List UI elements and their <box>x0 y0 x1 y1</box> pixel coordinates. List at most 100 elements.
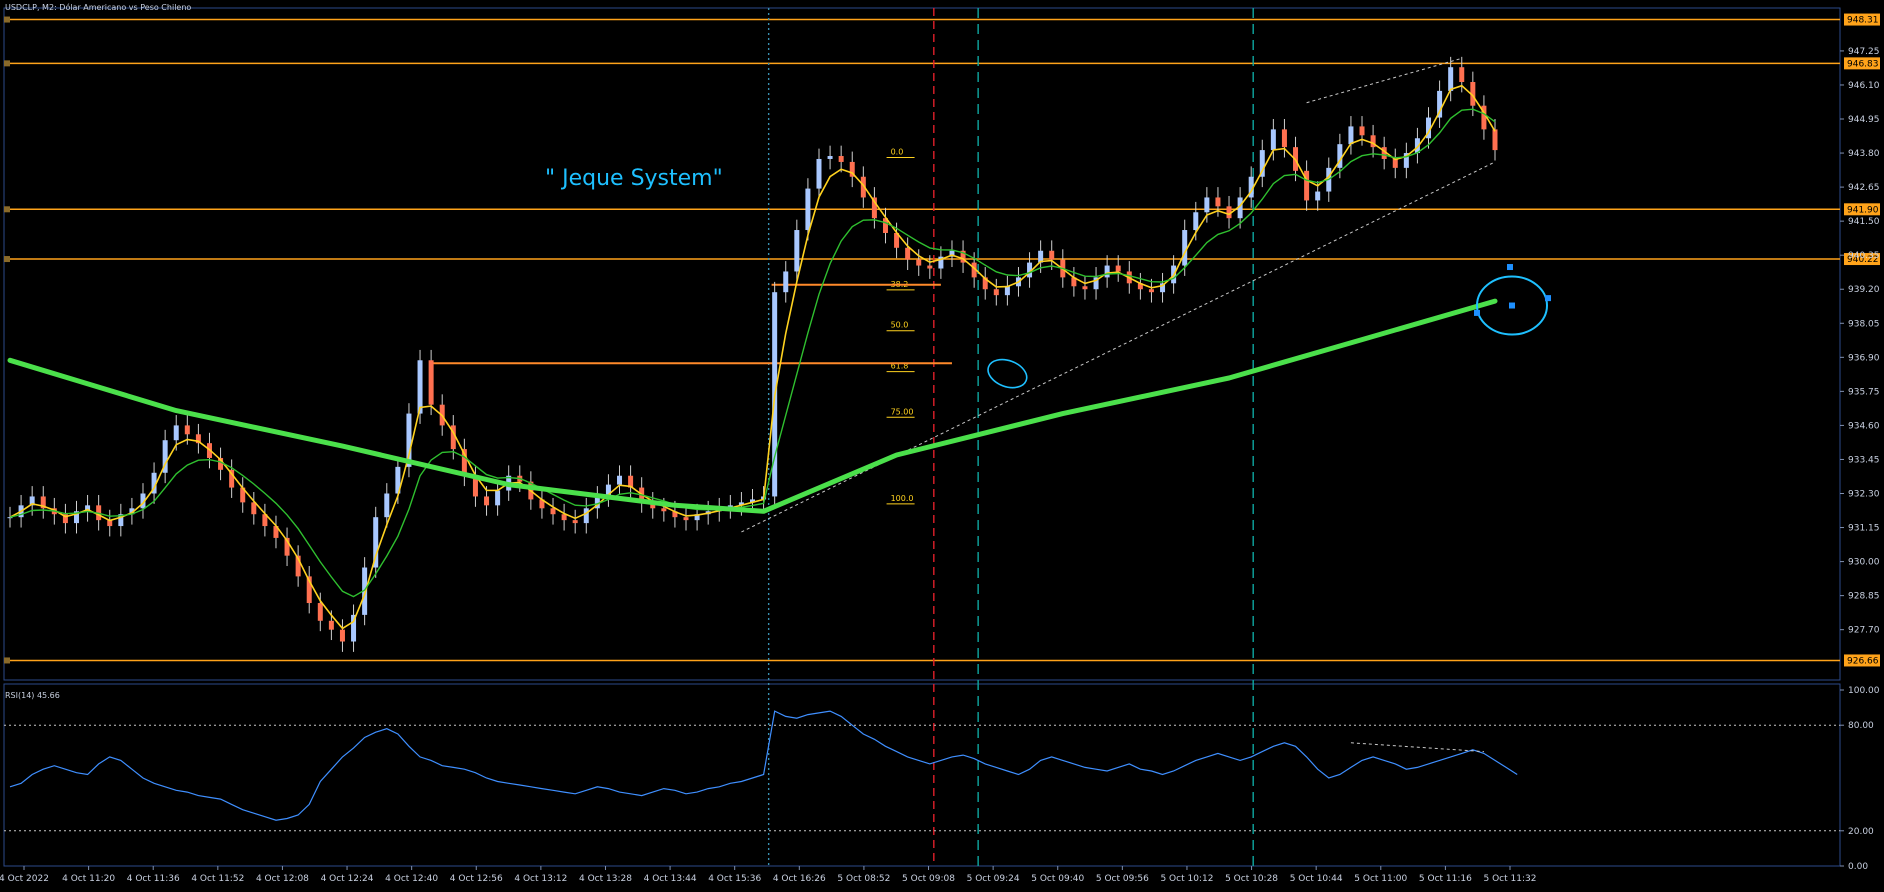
ellipse-handle <box>1474 309 1480 316</box>
bull-candle <box>794 230 800 272</box>
bull-candle <box>1193 212 1199 231</box>
time-tick-label: 4 Oct 16:26 <box>773 874 826 884</box>
price-tick-label: 932.30 <box>1848 489 1880 499</box>
bull-candle <box>1204 197 1210 213</box>
time-tick-label: 5 Oct 09:24 <box>967 874 1020 884</box>
time-tick-label: 5 Oct 11:16 <box>1419 874 1472 884</box>
bear-candle <box>184 425 190 435</box>
price-tick-label: 939.20 <box>1848 285 1880 295</box>
price-tick-label: 943.80 <box>1848 149 1880 159</box>
time-tick-label: 4 Oct 13:44 <box>644 874 697 884</box>
price-chart[interactable]: 948.31946.83941.90940.22926.66 0.038.250… <box>0 0 1884 892</box>
price-tick-label: 942.65 <box>1848 183 1880 193</box>
time-tick-label: 5 Oct 09:08 <box>902 874 955 884</box>
bull-candle <box>783 271 789 293</box>
ellipse-handle <box>1509 302 1515 309</box>
bear-candle <box>683 517 689 521</box>
price-tick-label: 947.25 <box>1848 47 1880 57</box>
rsi-label: RSI(14) 45.66 <box>5 691 60 700</box>
bear-candle <box>1082 286 1088 290</box>
bear-candle <box>1281 129 1287 148</box>
bull-candle <box>583 508 589 524</box>
time-tick-label: 5 Oct 10:28 <box>1225 874 1278 884</box>
bull-candle <box>827 156 833 159</box>
bear-candle <box>572 520 578 524</box>
time-tick-label: 5 Oct 11:00 <box>1354 874 1407 884</box>
time-tick-label: 4 Oct 12:56 <box>450 874 503 884</box>
bull-candle <box>417 360 423 414</box>
time-tick-label: 4 Oct 11:52 <box>191 874 244 884</box>
time-tick-label: 4 Oct 2022 <box>0 874 49 884</box>
price-tick-label: 938.05 <box>1848 319 1880 329</box>
level-price-label: 946.83 <box>1847 59 1879 69</box>
time-tick-label: 4 Oct 12:40 <box>385 874 438 884</box>
fib-level-label: 50.0 <box>891 321 909 330</box>
bear-candle <box>1459 67 1465 83</box>
price-tick-label: 946.10 <box>1848 81 1880 91</box>
price-tick-label: 927.70 <box>1848 626 1880 636</box>
rsi-tick-label: 20.00 <box>1848 827 1874 837</box>
symbol-label: USDCLP, M2: Dólar Americano vs Peso Chil… <box>5 2 191 12</box>
bull-candle <box>1182 230 1188 266</box>
time-tick-label: 4 Oct 11:36 <box>127 874 180 884</box>
bull-candle <box>617 475 623 485</box>
bear-candle <box>1492 129 1498 151</box>
bull-candle <box>805 188 811 231</box>
rsi-tick-label: 80.00 <box>1848 721 1874 731</box>
level-price-label: 948.31 <box>1847 16 1879 26</box>
bull-candle <box>1004 286 1010 296</box>
time-tick-label: 5 Oct 10:12 <box>1160 874 1213 884</box>
bull-candle <box>816 158 822 189</box>
rsi-tick-label: 100.00 <box>1848 686 1880 696</box>
bear-candle <box>1049 250 1055 260</box>
time-tick-label: 4 Oct 12:08 <box>256 874 309 884</box>
bear-candle <box>838 156 844 162</box>
ellipse-handle <box>1545 295 1551 302</box>
bear-candle <box>428 360 434 405</box>
time-tick-label: 4 Oct 11:20 <box>62 874 115 884</box>
rsi-tick-label: 0.00 <box>1848 862 1868 872</box>
bear-candle <box>661 508 667 512</box>
bear-candle <box>993 289 999 296</box>
level-handle <box>4 16 10 23</box>
price-tick-label: 940.35 <box>1848 251 1880 261</box>
bear-candle <box>916 259 922 266</box>
bull-candle <box>384 493 390 518</box>
fib-level-label: 100.0 <box>891 494 914 503</box>
bull-candle <box>1270 129 1276 151</box>
time-tick-label: 5 Oct 10:44 <box>1290 874 1343 884</box>
jeque-system-label: " Jeque System" <box>545 166 723 191</box>
time-tick-label: 5 Oct 11:32 <box>1484 874 1537 884</box>
price-tick-label: 928.85 <box>1848 592 1880 602</box>
price-tick-label: 936.90 <box>1848 353 1880 363</box>
price-tick-label: 931.15 <box>1848 524 1880 534</box>
bull-candle <box>1448 67 1454 91</box>
time-tick-label: 4 Oct 12:24 <box>321 874 374 884</box>
bull-candle <box>1348 126 1354 145</box>
bear-candle <box>1148 289 1154 293</box>
level-price-label: 941.90 <box>1847 205 1879 215</box>
price-tick-label: 944.95 <box>1848 115 1880 125</box>
bear-candle <box>905 247 911 260</box>
bear-candle <box>1215 197 1221 207</box>
bear-candle <box>1115 265 1121 272</box>
price-tick-label: 934.60 <box>1848 421 1880 431</box>
bull-candle <box>495 490 501 506</box>
bull-candle <box>1104 265 1110 278</box>
price-tick-label: 930.00 <box>1848 558 1880 568</box>
level-handle <box>4 657 10 664</box>
bull-candle <box>1315 191 1321 201</box>
time-tick-label: 5 Oct 08:52 <box>837 874 890 884</box>
bear-candle <box>550 508 556 515</box>
level-price-label: 926.66 <box>1847 656 1879 666</box>
bear-candle <box>1359 126 1365 136</box>
bear-candle <box>339 629 345 642</box>
time-tick-label: 4 Oct 15:36 <box>708 874 761 884</box>
bear-candle <box>927 265 933 269</box>
bull-candle <box>173 425 179 441</box>
price-tick-label: 941.50 <box>1848 217 1880 227</box>
time-tick-label: 5 Oct 09:40 <box>1031 874 1084 884</box>
level-handle <box>4 60 10 67</box>
time-tick-label: 4 Oct 13:28 <box>579 874 632 884</box>
bear-candle <box>328 620 334 630</box>
